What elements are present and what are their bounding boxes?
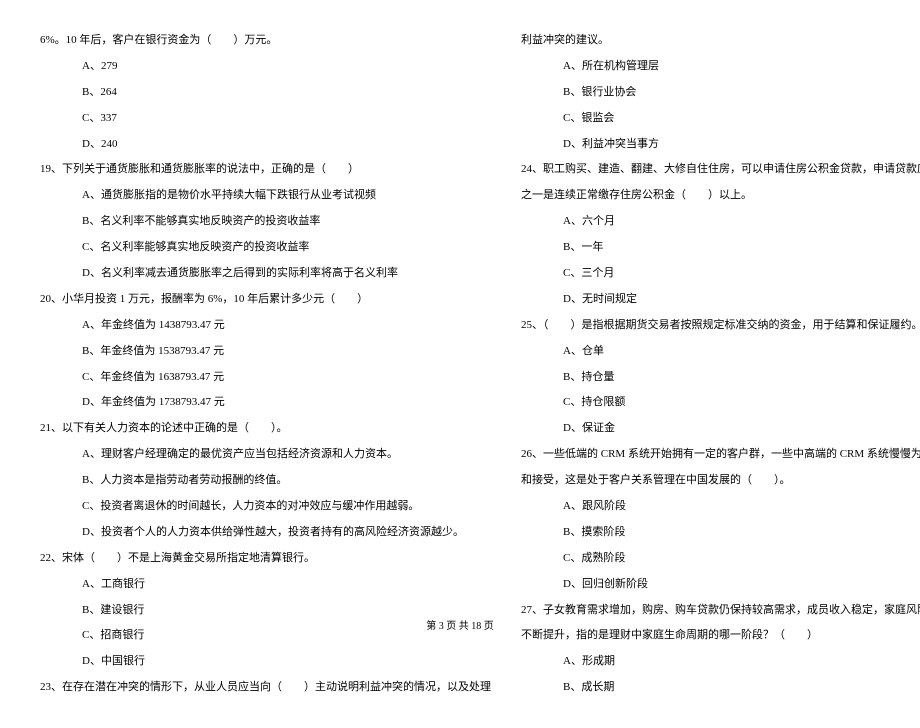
q24-l2: 之一是连续正常缴存住房公积金（ ）以上。: [521, 185, 920, 206]
q23-opt-d: D、利益冲突当事方: [521, 134, 920, 155]
q19-opt-b: B、名义利率不能够真实地反映资产的投资收益率: [40, 211, 491, 232]
q26-opt-c: C、成熟阶段: [521, 548, 920, 569]
q24-opt-a: A、六个月: [521, 211, 920, 232]
right-column: 利益冲突的建议。 A、所在机构管理层 B、银行业协会 C、银监会 D、利益冲突当…: [521, 30, 920, 698]
q24-opt-b: B、一年: [521, 237, 920, 258]
q20: 20、小华月投资 1 万元，报酬率为 6%，10 年后累计多少元（ ）: [40, 289, 491, 310]
q21-opt-b: B、人力资本是指劳动者劳动报酬的终值。: [40, 470, 491, 491]
q22-opt-d: D、中国银行: [40, 651, 491, 672]
q25-opt-a: A、仓单: [521, 341, 920, 362]
q24-l1: 24、职工购买、建造、翻建、大修自住住房，可以申请住房公积金贷款，申请贷款应具备…: [521, 159, 920, 180]
q21-opt-d: D、投资者个人的人力资本供给弹性越大，投资者持有的高风险经济资源越少。: [40, 522, 491, 543]
q18-opt-c: C、337: [40, 108, 491, 129]
q25-opt-b: B、持仓量: [521, 367, 920, 388]
q20-opt-b: B、年金终值为 1538793.47 元: [40, 341, 491, 362]
q25-opt-d: D、保证金: [521, 418, 920, 439]
q20-opt-a: A、年金终值为 1438793.47 元: [40, 315, 491, 336]
q26-l2: 和接受，这是处于客户关系管理在中国发展的（ ）。: [521, 470, 920, 491]
q18-opt-d: D、240: [40, 134, 491, 155]
q23-opt-c: C、银监会: [521, 108, 920, 129]
q26-l1: 26、一些低端的 CRM 系统开始拥有一定的客户群，一些中高端的 CRM 系统慢…: [521, 444, 920, 465]
q19-opt-c: C、名义利率能够真实地反映资产的投资收益率: [40, 237, 491, 258]
q23-opt-a: A、所在机构管理层: [521, 56, 920, 77]
q21: 21、以下有关人力资本的论述中正确的是（ ）。: [40, 418, 491, 439]
q23-opt-b: B、银行业协会: [521, 82, 920, 103]
page-footer: 第 3 页 共 18 页: [0, 617, 920, 632]
q18-opt-a: A、279: [40, 56, 491, 77]
q26-opt-b: B、摸索阶段: [521, 522, 920, 543]
q21-opt-c: C、投资者离退休的时间越长，人力资本的对冲效应与缓冲作用越弱。: [40, 496, 491, 517]
q20-opt-c: C、年金终值为 1638793.47 元: [40, 367, 491, 388]
q27-opt-a: A、形成期: [521, 651, 920, 672]
q22: 22、宋体（ ）不是上海黄金交易所指定地清算银行。: [40, 548, 491, 569]
q23: 23、在存在潜在冲突的情形下，从业人员应当向（ ）主动说明利益冲突的情况，以及处…: [40, 677, 491, 698]
q25-opt-c: C、持仓限额: [521, 392, 920, 413]
q25: 25、（ ）是指根据期货交易者按照规定标准交纳的资金，用于结算和保证履约。: [521, 315, 920, 336]
q24-opt-c: C、三个月: [521, 263, 920, 284]
q20-opt-d: D、年金终值为 1738793.47 元: [40, 392, 491, 413]
q22-opt-a: A、工商银行: [40, 574, 491, 595]
q19: 19、下列关于通货膨胀和通货膨胀率的说法中，正确的是（ ）: [40, 159, 491, 180]
q23-cont: 利益冲突的建议。: [521, 30, 920, 51]
q19-opt-d: D、名义利率减去通货膨胀率之后得到的实际利率将高于名义利率: [40, 263, 491, 284]
q18-opt-b: B、264: [40, 82, 491, 103]
q24-opt-d: D、无时间规定: [521, 289, 920, 310]
left-column: 6%。10 年后，客户在银行资金为（ ）万元。 A、279 B、264 C、33…: [40, 30, 491, 698]
q27-opt-b: B、成长期: [521, 677, 920, 698]
q21-opt-a: A、理财客户经理确定的最优资产应当包括经济资源和人力资本。: [40, 444, 491, 465]
q26-opt-d: D、回归创新阶段: [521, 574, 920, 595]
q26-opt-a: A、跟风阶段: [521, 496, 920, 517]
q19-opt-a: A、通货膨胀指的是物价水平持续大幅下跌银行从业考试视频: [40, 185, 491, 206]
q18-tail: 6%。10 年后，客户在银行资金为（ ）万元。: [40, 30, 491, 51]
